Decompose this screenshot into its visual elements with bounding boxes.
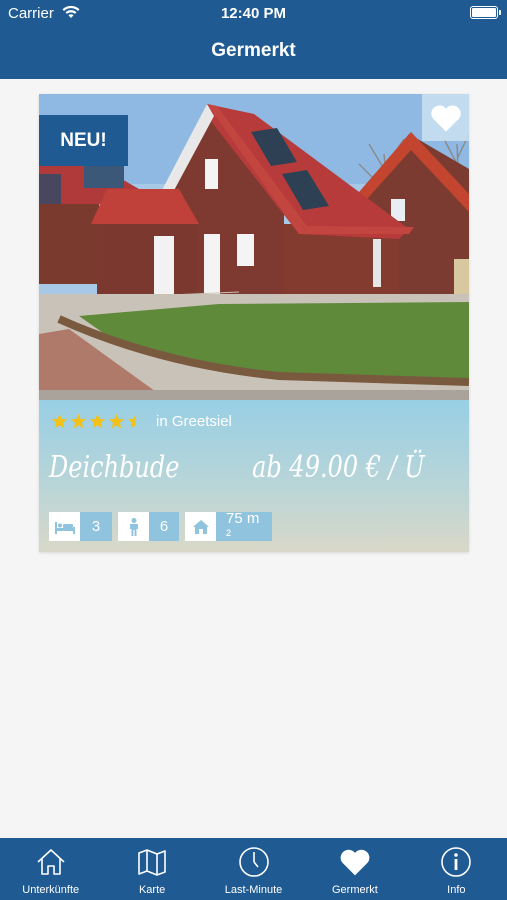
battery-icon bbox=[470, 6, 501, 19]
person-icon bbox=[129, 517, 138, 536]
area-value: 75 m ² bbox=[216, 510, 272, 544]
heart-icon bbox=[340, 849, 370, 876]
listing-photo: NEU! bbox=[39, 94, 469, 400]
tab-bar: Unterkünfte Karte Last-Minute Germerkt I… bbox=[0, 838, 507, 900]
heart-icon bbox=[430, 104, 461, 132]
top-bar: Carrier 12:40 PM Germerkt bbox=[0, 0, 507, 79]
house-icon bbox=[192, 519, 209, 534]
tab-karte[interactable]: Karte bbox=[101, 838, 202, 900]
listing-price: ab 49.00 € / Ü bbox=[252, 450, 425, 485]
tab-unterkuenfte[interactable]: Unterkünfte bbox=[0, 838, 101, 900]
favorite-button[interactable] bbox=[422, 94, 469, 141]
star-icon bbox=[89, 413, 106, 428]
status-time: 12:40 PM bbox=[220, 5, 287, 22]
star-icon bbox=[51, 413, 68, 428]
persons-value: 6 bbox=[149, 512, 179, 541]
rating: in Greetsiel bbox=[51, 410, 232, 432]
new-badge: NEU! bbox=[39, 115, 128, 166]
tab-label: Last-Minute bbox=[224, 884, 283, 896]
status-bar: Carrier 12:40 PM bbox=[0, 0, 507, 28]
tab-info[interactable]: Info bbox=[406, 838, 507, 900]
tab-label: Germerkt bbox=[332, 884, 378, 896]
info-icon bbox=[441, 847, 472, 877]
bedrooms-value: 3 bbox=[80, 512, 112, 541]
location-label: in Greetsiel bbox=[156, 412, 232, 430]
house-outline-icon bbox=[37, 849, 65, 875]
tab-germerkt[interactable]: Germerkt bbox=[304, 838, 405, 900]
feature-bedrooms: 3 bbox=[49, 512, 112, 541]
map-icon bbox=[138, 849, 166, 876]
feature-area: 75 m ² bbox=[185, 510, 272, 544]
tab-label: Karte bbox=[138, 884, 166, 896]
listing-info: in Greetsiel Deichbude ab 49.00 € / Ü 3 bbox=[39, 400, 469, 552]
star-icon bbox=[108, 413, 125, 428]
feature-list: 3 6 75 m ² bbox=[49, 510, 278, 544]
page-title: Germerkt bbox=[211, 40, 296, 61]
listing-card[interactable]: NEU! in Greetsiel Deichbude ab 49.00 € /… bbox=[39, 94, 469, 552]
tab-label: Info bbox=[447, 884, 466, 896]
tab-label: Unterkünfte bbox=[22, 884, 80, 896]
tab-last-minute[interactable]: Last-Minute bbox=[203, 838, 304, 900]
half-star-icon bbox=[127, 413, 136, 428]
listing-name: Deichbude bbox=[49, 450, 180, 485]
feature-persons: 6 bbox=[118, 512, 179, 541]
bed-icon bbox=[54, 521, 75, 534]
clock-icon bbox=[238, 847, 269, 877]
star-icon bbox=[70, 413, 87, 428]
